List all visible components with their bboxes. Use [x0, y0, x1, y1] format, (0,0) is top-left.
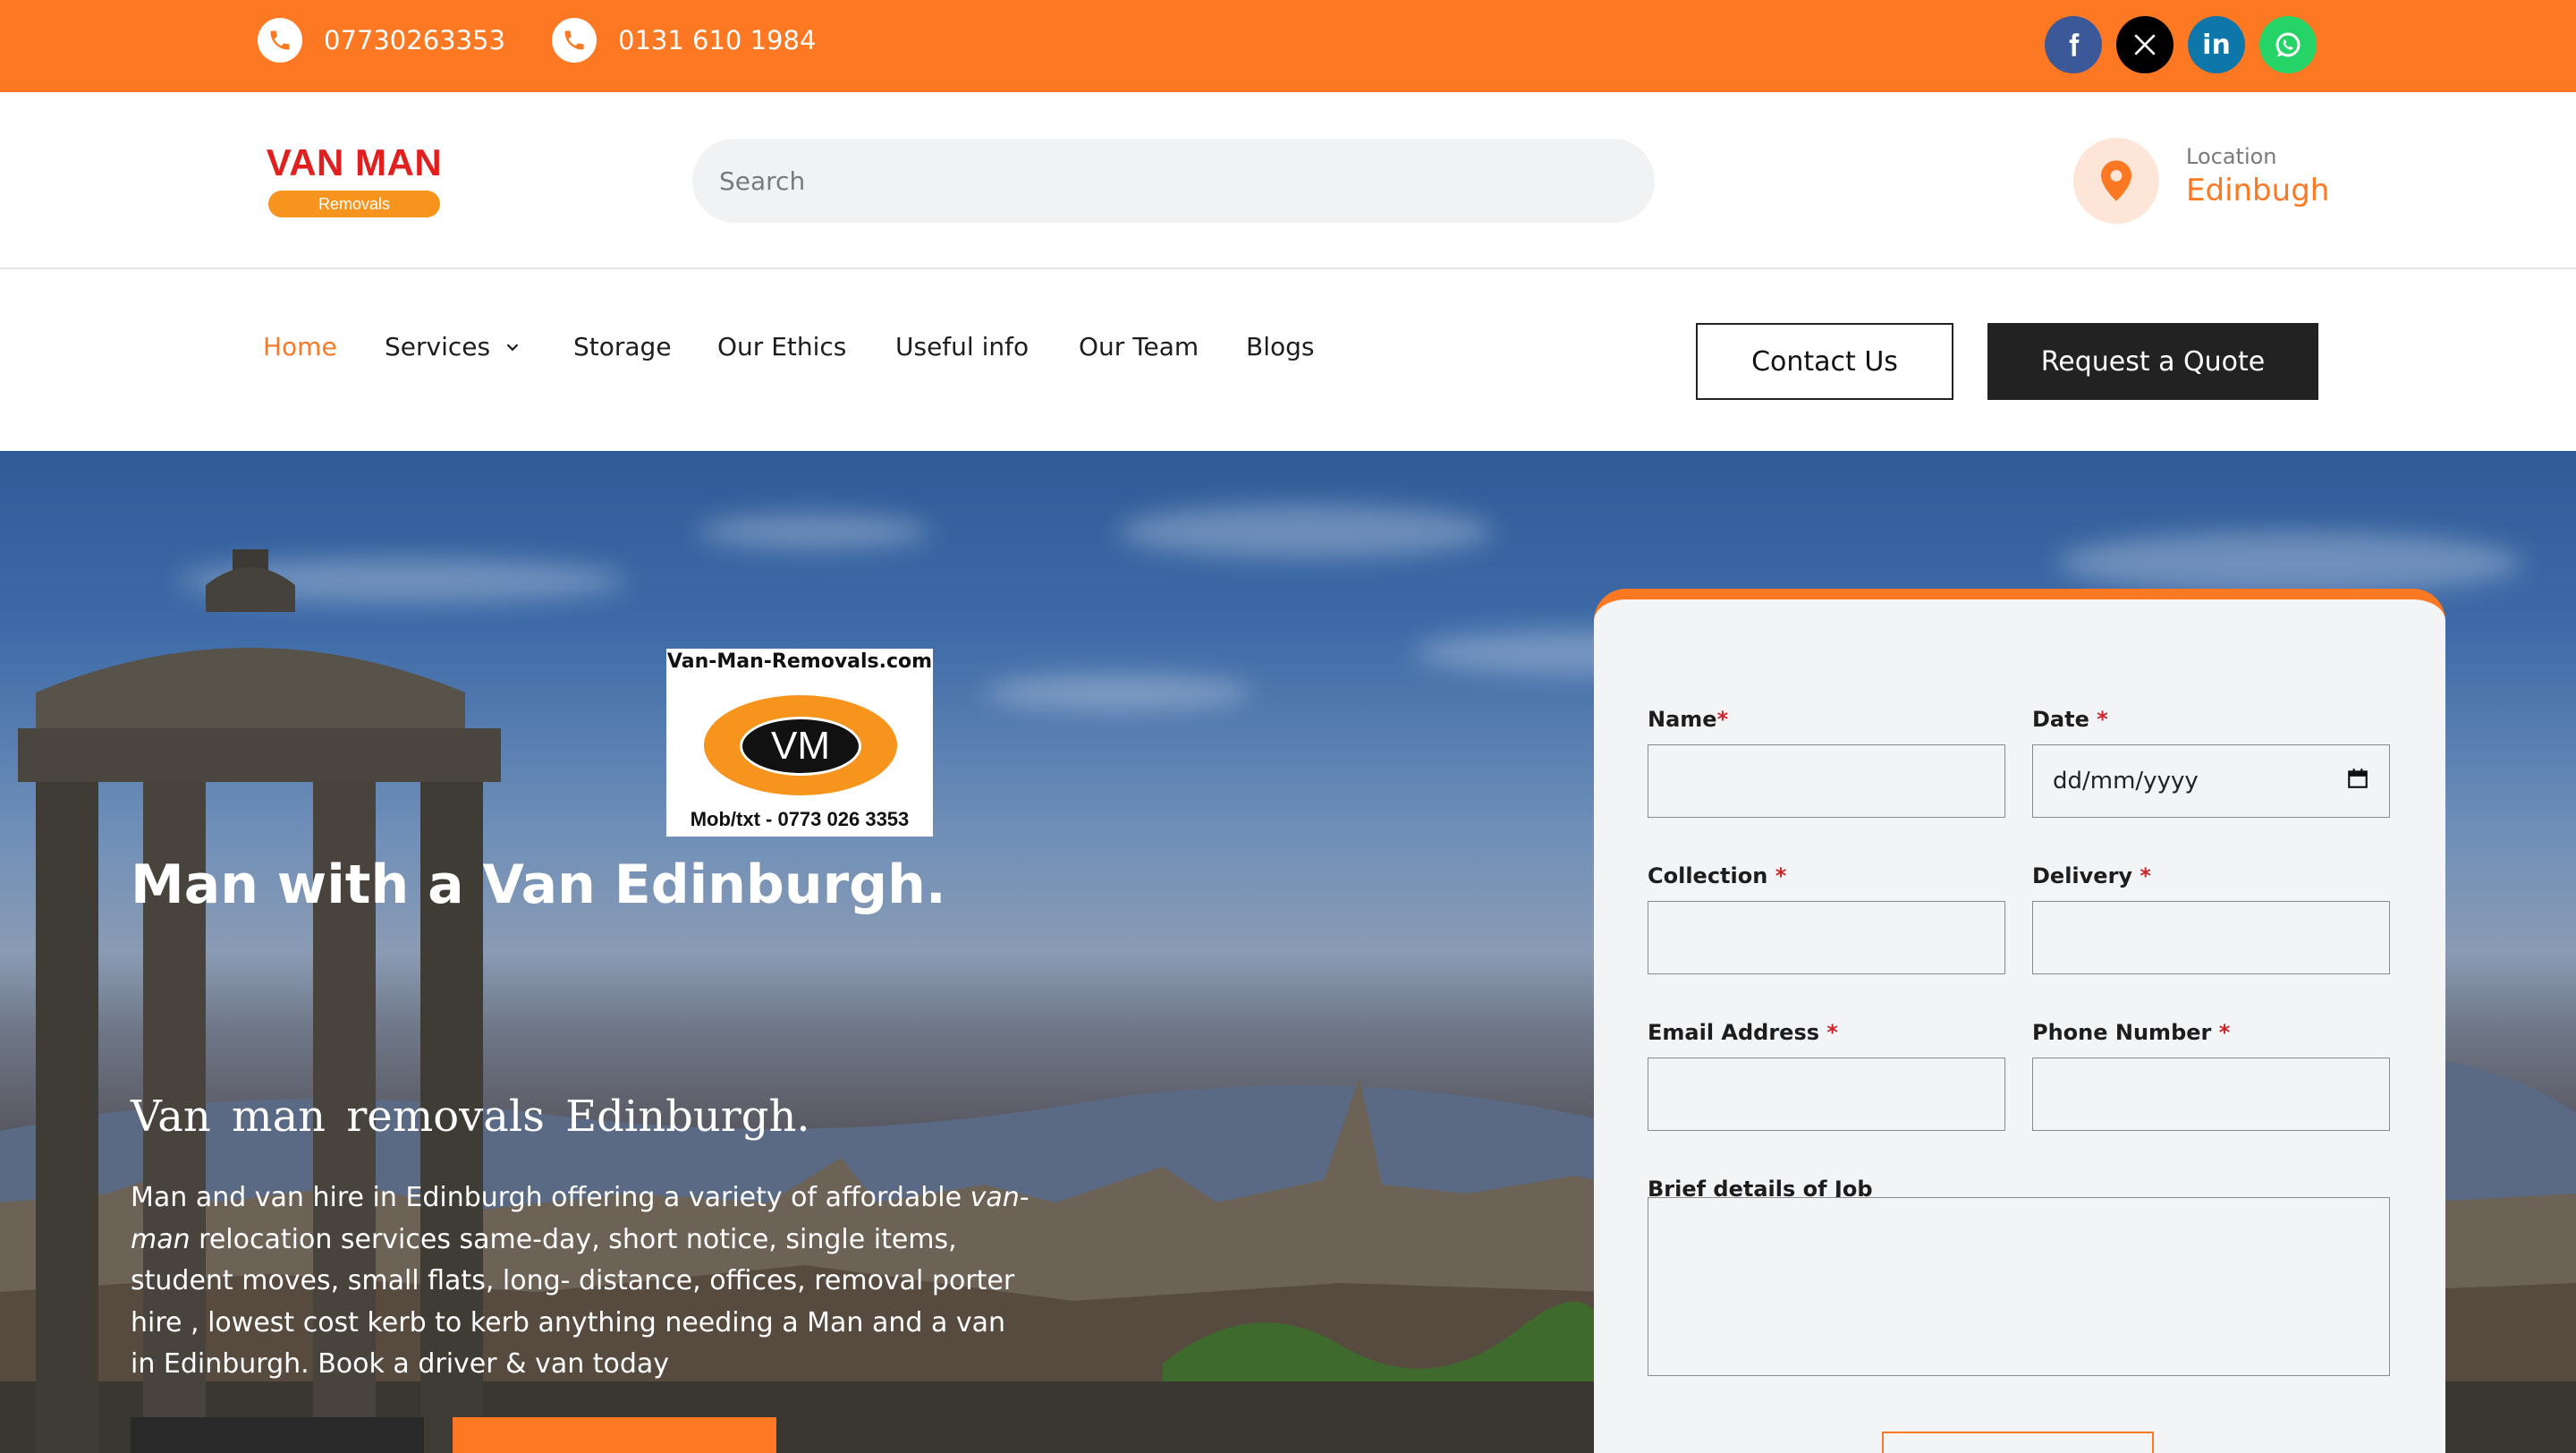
phone-link-landline[interactable]: 0131 610 1984 — [552, 18, 816, 63]
submit-button[interactable] — [1882, 1432, 2154, 1453]
nav-blogs[interactable]: Blogs — [1246, 332, 1314, 361]
hero-subtitle: Van man removals Edinburgh. — [131, 1092, 810, 1142]
date-placeholder: dd/mm/yyyy — [2053, 768, 2199, 794]
email-label-text: Email Address — [1648, 1020, 1820, 1045]
required-mark: * — [2140, 863, 2151, 888]
site-logo[interactable]: VAN MAN Removals — [259, 141, 449, 222]
request-quote-button[interactable]: Request a Quote — [1987, 323, 2318, 400]
collection-field[interactable] — [1648, 901, 2005, 974]
delivery-field[interactable] — [2032, 901, 2390, 974]
cloud-decoration — [1118, 505, 1494, 558]
hero-title: Man with a Van Edinburgh. — [131, 854, 946, 916]
date-field[interactable]: dd/mm/yyyy — [2032, 744, 2390, 818]
required-mark: * — [1775, 863, 1787, 888]
logo-website-text: Van-Man-Removals.com — [666, 650, 933, 673]
hero-dark-button[interactable] — [131, 1417, 424, 1453]
email-label: Email Address * — [1648, 1020, 1838, 1045]
cloud-decoration — [2057, 531, 2522, 594]
hero-section: Van-Man-Removals.com VM Mob/txt - 0773 0… — [0, 451, 2576, 1453]
linkedin-icon[interactable]: in — [2188, 16, 2245, 73]
nav-storage[interactable]: Storage — [573, 332, 672, 361]
nav-our-team[interactable]: Our Team — [1079, 332, 1199, 361]
phone-link-mobile[interactable]: 07730263353 — [258, 18, 505, 63]
hero-orange-button[interactable] — [453, 1417, 776, 1453]
delivery-label-text: Delivery — [2032, 863, 2133, 888]
collection-label-text: Collection — [1648, 863, 1768, 888]
phone-number-landline: 0131 610 1984 — [618, 25, 817, 55]
nav-services[interactable]: Services — [385, 332, 522, 361]
nav-services-label: Services — [385, 332, 491, 361]
collection-label: Collection * — [1648, 863, 1786, 888]
location-value[interactable]: Edinbugh — [2186, 173, 2329, 208]
phone-number-mobile: 07730263353 — [324, 25, 505, 55]
name-label: Name* — [1648, 707, 1728, 732]
logo-subtitle: Removals — [268, 191, 440, 217]
required-mark: * — [2097, 707, 2108, 732]
van-man-removals-logo-image: Van-Man-Removals.com VM Mob/txt - 0773 0… — [666, 649, 933, 837]
logo-mobile-text: Mob/txt - 0773 026 3353 — [690, 808, 910, 830]
hero-description: Man and van hire in Edinburgh offering a… — [131, 1177, 1034, 1386]
cloud-decoration — [984, 675, 1252, 710]
delivery-label: Delivery * — [2032, 863, 2151, 888]
location-label: Location — [2186, 144, 2277, 169]
location-pin-icon — [2073, 138, 2159, 224]
hero-description-part2: relocation services same-day, short noti… — [131, 1223, 1015, 1381]
required-mark: * — [1716, 707, 1729, 732]
name-field[interactable] — [1648, 744, 2005, 818]
email-field[interactable] — [1648, 1058, 2005, 1131]
nav-home[interactable]: Home — [263, 332, 337, 361]
top-bar: 07730263353 0131 610 1984 in — [0, 0, 2576, 92]
logo-orange-oval: VM — [704, 695, 897, 795]
x-twitter-icon[interactable] — [2116, 16, 2174, 73]
search-input[interactable] — [692, 139, 1655, 223]
chevron-down-icon — [503, 337, 522, 357]
cloud-decoration — [698, 514, 930, 549]
main-navigation: Home Services Storage Our Ethics Useful … — [0, 269, 2576, 451]
calendar-icon[interactable] — [2346, 767, 2369, 796]
logo-vm-text: VM — [740, 717, 861, 776]
nav-our-ethics[interactable]: Our Ethics — [717, 332, 846, 361]
date-label: Date * — [2032, 707, 2108, 732]
nav-useful-info[interactable]: Useful info — [895, 332, 1029, 361]
name-label-text: Name — [1648, 707, 1717, 732]
logo-wordmark: VAN MAN — [266, 141, 443, 183]
phone-label: Phone Number * — [2032, 1020, 2230, 1045]
contact-us-button[interactable]: Contact Us — [1696, 323, 1953, 400]
date-label-text: Date — [2032, 707, 2089, 732]
site-header: VAN MAN Removals Location Edinbugh — [0, 92, 2576, 269]
required-mark: * — [1826, 1020, 1838, 1045]
job-details-textarea[interactable] — [1648, 1197, 2390, 1376]
phone-icon — [258, 18, 302, 63]
phone-icon — [552, 18, 597, 63]
whatsapp-icon[interactable] — [2259, 16, 2317, 73]
phone-label-text: Phone Number — [2032, 1020, 2212, 1045]
hero-description-part1: Man and van hire in Edinburgh offering a… — [131, 1182, 970, 1213]
phone-field[interactable] — [2032, 1058, 2390, 1131]
required-mark: * — [2218, 1020, 2231, 1045]
quote-form-card: Name* Date * dd/mm/yyyy Collection * Del… — [1594, 589, 2445, 1453]
facebook-icon[interactable] — [2045, 16, 2102, 73]
